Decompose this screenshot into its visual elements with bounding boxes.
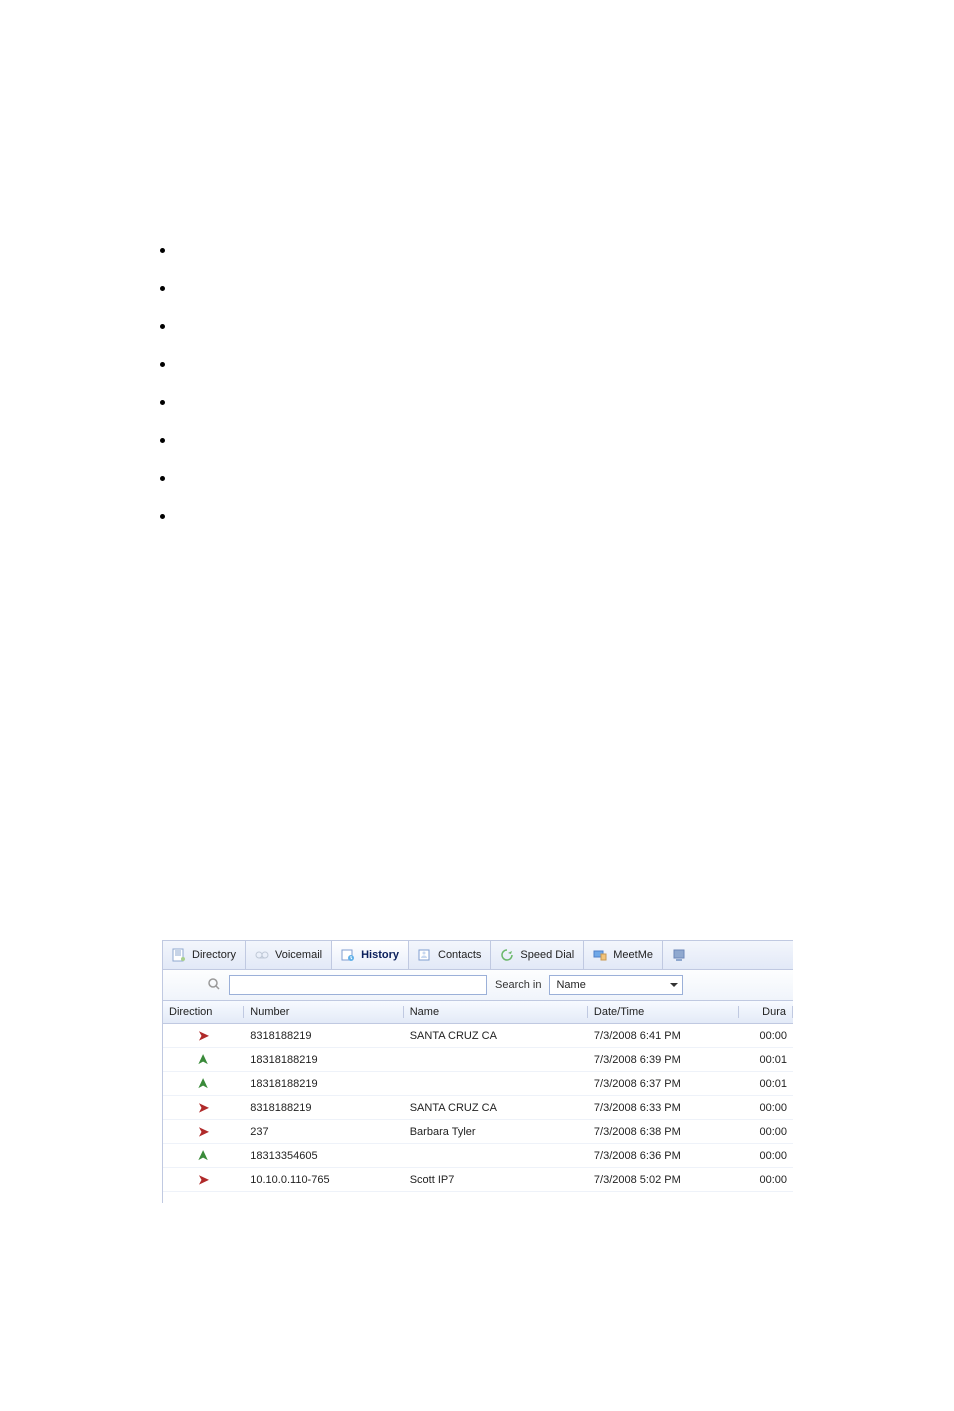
history-panel: Directory Voicemail History Contacts (162, 940, 793, 1203)
search-input[interactable] (229, 975, 487, 995)
cell-number: 8318188219 (244, 1102, 403, 1114)
tab-speed-dial[interactable]: Speed Dial (491, 941, 584, 969)
cell-duration: 00:00 (739, 1174, 793, 1186)
bullet-dot (160, 514, 165, 519)
meetme-icon (593, 948, 607, 962)
tab-overflow[interactable] (663, 941, 695, 969)
cell-duration: 00:00 (739, 1030, 793, 1042)
cell-number: 18318188219 (244, 1054, 403, 1066)
cell-number: 10.10.0.110-765 (244, 1174, 403, 1186)
cell-datetime: 7/3/2008 6:38 PM (588, 1126, 740, 1138)
table-header: Direction Number Name Date/Time Dura (163, 1001, 793, 1024)
tab-contacts[interactable]: Contacts (409, 941, 491, 969)
cell-number: 8318188219 (244, 1030, 403, 1042)
tab-meetme[interactable]: MeetMe (584, 941, 663, 969)
cell-datetime: 7/3/2008 6:39 PM (588, 1054, 740, 1066)
bullet-dot (160, 362, 165, 367)
tab-bar: Directory Voicemail History Contacts (163, 941, 793, 970)
cell-datetime: 7/3/2008 6:33 PM (588, 1102, 740, 1114)
outgoing-arrow-icon: ➤ (163, 1101, 244, 1114)
incoming-arrow-icon: ➤ (163, 1077, 244, 1090)
cell-duration: 00:00 (739, 1150, 793, 1162)
bullet-dot (160, 286, 165, 291)
bullet-dot (160, 400, 165, 405)
tab-label: History (361, 949, 399, 961)
bullet-dot (160, 476, 165, 481)
cell-name: Barbara Tyler (404, 1126, 588, 1138)
device-icon (672, 948, 686, 962)
table-row[interactable]: ➤18318188219 7/3/2008 6:39 PM00:01 (163, 1048, 793, 1072)
bullet-list (160, 248, 165, 552)
search-in-label: Search in (495, 979, 541, 991)
history-icon (341, 948, 355, 962)
cell-number: 237 (244, 1126, 403, 1138)
directory-icon (172, 948, 186, 962)
table-row[interactable]: ➤8318188219SANTA CRUZ CA7/3/2008 6:41 PM… (163, 1024, 793, 1048)
chevron-down-icon (670, 983, 678, 987)
incoming-arrow-icon: ➤ (163, 1149, 244, 1162)
table-row[interactable]: ➤237Barbara Tyler7/3/2008 6:38 PM00:00 (163, 1120, 793, 1144)
cell-datetime: 7/3/2008 6:37 PM (588, 1078, 740, 1090)
cell-duration: 00:01 (739, 1054, 793, 1066)
cell-duration: 00:01 (739, 1078, 793, 1090)
bullet-dot (160, 248, 165, 253)
incoming-arrow-icon: ➤ (163, 1053, 244, 1066)
tab-directory[interactable]: Directory (163, 941, 246, 969)
outgoing-arrow-icon: ➤ (163, 1029, 244, 1042)
tab-voicemail[interactable]: Voicemail (246, 941, 332, 969)
col-direction[interactable]: Direction (163, 1006, 244, 1018)
bullet-dot (160, 438, 165, 443)
table-row[interactable]: ➤18313354605 7/3/2008 6:36 PM00:00 (163, 1144, 793, 1168)
cell-number: 18318188219 (244, 1078, 403, 1090)
tab-history[interactable]: History (332, 941, 409, 969)
cell-name: SANTA CRUZ CA (404, 1102, 588, 1114)
refresh-icon (500, 948, 514, 962)
tab-label: MeetMe (613, 949, 653, 961)
col-name[interactable]: Name (404, 1006, 588, 1018)
tab-label: Directory (192, 949, 236, 961)
cell-datetime: 7/3/2008 5:02 PM (588, 1174, 740, 1186)
col-datetime[interactable]: Date/Time (588, 1006, 740, 1018)
search-icon (207, 977, 221, 994)
contacts-icon (418, 948, 432, 962)
outgoing-arrow-icon: ➤ (163, 1173, 244, 1186)
col-number[interactable]: Number (244, 1006, 403, 1018)
tab-label: Speed Dial (520, 949, 574, 961)
col-duration[interactable]: Dura (739, 1006, 793, 1018)
tab-label: Contacts (438, 949, 481, 961)
table-row[interactable]: ➤8318188219SANTA CRUZ CA7/3/2008 6:33 PM… (163, 1096, 793, 1120)
cell-datetime: 7/3/2008 6:41 PM (588, 1030, 740, 1042)
history-table: ➤8318188219SANTA CRUZ CA7/3/2008 6:41 PM… (163, 1024, 793, 1192)
cell-name: SANTA CRUZ CA (404, 1030, 588, 1042)
cell-datetime: 7/3/2008 6:36 PM (588, 1150, 740, 1162)
voicemail-icon (255, 948, 269, 962)
table-row[interactable]: ➤10.10.0.110-765Scott IP77/3/2008 5:02 P… (163, 1168, 793, 1192)
search-field-select[interactable]: Name (549, 975, 683, 995)
search-select-value: Name (556, 979, 585, 991)
cell-number: 18313354605 (244, 1150, 403, 1162)
search-bar: Search in Name (163, 970, 793, 1001)
table-row[interactable]: ➤18318188219 7/3/2008 6:37 PM00:01 (163, 1072, 793, 1096)
cell-name: Scott IP7 (404, 1174, 588, 1186)
bullet-dot (160, 324, 165, 329)
tab-label: Voicemail (275, 949, 322, 961)
cell-duration: 00:00 (739, 1126, 793, 1138)
cell-duration: 00:00 (739, 1102, 793, 1114)
outgoing-arrow-icon: ➤ (163, 1125, 244, 1138)
